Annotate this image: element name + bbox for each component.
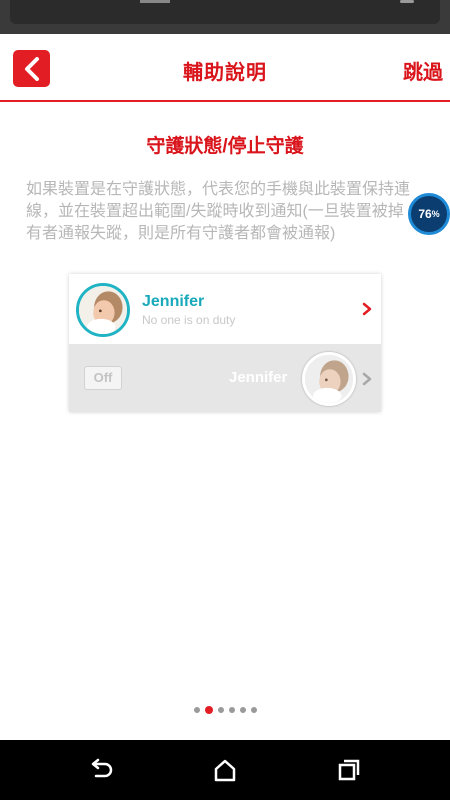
nav-home-button[interactable] (211, 757, 239, 783)
status-indicator (140, 0, 170, 3)
avatar (76, 283, 130, 337)
guardian-name: Jennifer (142, 293, 205, 310)
guardian-status: No one is on duty (142, 313, 236, 327)
description-text: 如果裝置是在守護狀態，代表您的手機與此裝置保持連 線，並在裝置超出範圍/失蹤時收… (26, 181, 411, 242)
guardian-card: Jennifer No one is on duty Off Jennifer (69, 274, 381, 412)
pager-dots (0, 706, 450, 714)
page-title: 輔助說明 (183, 62, 267, 84)
status-icon (400, 0, 414, 3)
nav-back-button[interactable] (87, 757, 115, 783)
recents-icon (338, 759, 360, 781)
pager-dot[interactable] (239, 707, 246, 713)
guardian-row-active[interactable]: Jennifer No one is on duty (69, 274, 381, 344)
meter-value: 76 (418, 207, 432, 221)
child-photo-icon (79, 286, 127, 334)
chevron-right-icon (362, 372, 372, 386)
back-arrow-icon (91, 758, 113, 778)
floating-meter-badge[interactable]: 76% (408, 193, 450, 235)
avatar-off (302, 352, 356, 406)
status-bar-inner (10, 0, 440, 24)
chevron-right-icon (362, 302, 372, 316)
nav-recents-button[interactable] (335, 757, 363, 783)
child-photo-icon (305, 355, 353, 403)
header-divider (0, 100, 450, 102)
pager-dot[interactable] (250, 707, 257, 713)
pager-dot[interactable] (193, 707, 200, 713)
home-icon (214, 759, 236, 782)
pager-dot[interactable] (217, 707, 224, 713)
guardian-name-off: Jennifer (229, 369, 288, 386)
skip-button[interactable]: 跳過 (403, 56, 443, 85)
system-nav-bar (0, 740, 450, 800)
off-toggle[interactable]: Off (84, 366, 122, 390)
status-bar (0, 0, 450, 34)
section-title: 守護狀態/停止守護 (146, 136, 304, 157)
pager-dot[interactable] (204, 706, 213, 714)
app-header: 輔助說明 跳過 (0, 34, 450, 102)
pager-dot[interactable] (228, 707, 235, 713)
guardian-row-off[interactable]: Off Jennifer (69, 344, 381, 412)
meter-unit: % (431, 209, 440, 219)
